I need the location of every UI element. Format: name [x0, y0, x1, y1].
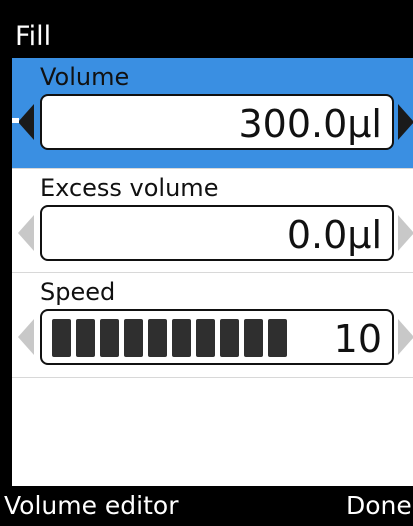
speed-segment [244, 319, 263, 357]
right-arrow-icon[interactable] [398, 104, 413, 140]
excess-volume-value: 0.0µl [286, 213, 382, 257]
volume-field[interactable]: Volume 300.0µl [12, 58, 413, 168]
excess-volume-label: Excess volume [40, 174, 219, 202]
speed-segment [268, 319, 287, 357]
volume-label: Volume [40, 63, 130, 91]
speed-segment [196, 319, 215, 357]
speed-value: 10 [333, 317, 382, 361]
done-softkey[interactable]: Done [346, 490, 412, 522]
screen-title: Fill [15, 21, 52, 52]
speed-segment [220, 319, 239, 357]
screen-frame [0, 0, 12, 526]
excess-volume-field[interactable]: Excess volume 0.0µl [12, 168, 413, 273]
speed-value-box[interactable]: 10 [40, 309, 394, 365]
fill-screen: Fill Volume 300.0µl Excess volume 0.0µl … [0, 0, 413, 526]
left-arrow-icon[interactable] [18, 319, 34, 355]
volume-value-box[interactable]: 300.0µl [40, 94, 394, 150]
softkey-bar: Volume editor Done [0, 486, 413, 526]
speed-label: Speed [40, 278, 116, 306]
decrement-indicator [12, 118, 19, 123]
speed-segment [148, 319, 167, 357]
volume-editor-softkey[interactable]: Volume editor [4, 490, 179, 522]
speed-segment [76, 319, 95, 357]
right-arrow-icon[interactable] [398, 319, 413, 355]
speed-field[interactable]: Speed 10 [12, 272, 413, 378]
speed-level-bar [52, 319, 287, 357]
speed-segment [172, 319, 191, 357]
volume-value: 300.0µl [238, 102, 382, 146]
speed-segment [124, 319, 143, 357]
excess-volume-value-box[interactable]: 0.0µl [40, 205, 394, 261]
right-arrow-icon[interactable] [398, 215, 413, 251]
left-arrow-icon[interactable] [18, 104, 34, 140]
left-arrow-icon[interactable] [18, 215, 34, 251]
title-bar: Fill [0, 0, 413, 58]
speed-segment [100, 319, 119, 357]
speed-segment [52, 319, 71, 357]
